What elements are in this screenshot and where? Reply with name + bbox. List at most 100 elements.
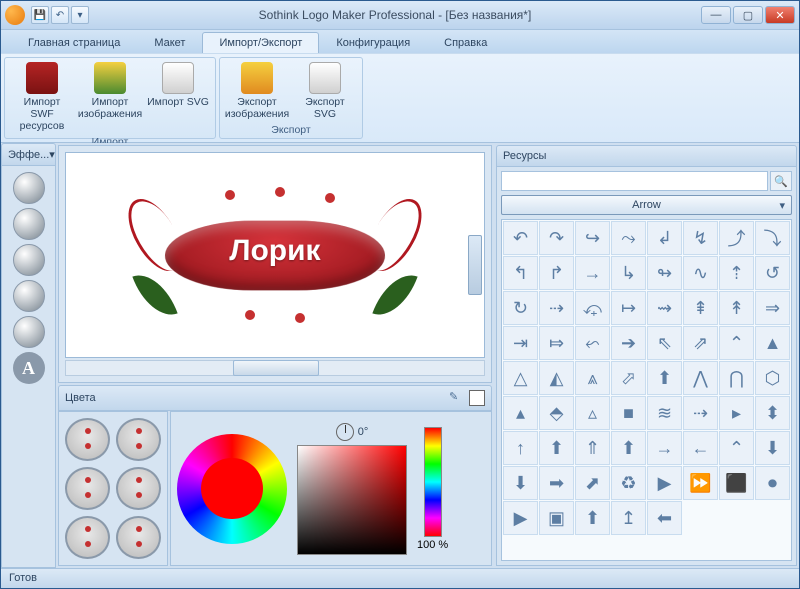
resource-arrow-21[interactable]: ⇞ (683, 291, 718, 325)
canvas[interactable]: Лорик (65, 152, 485, 358)
scheme-preset-4[interactable] (116, 467, 161, 510)
resource-arrow-59[interactable]: ♻ (611, 466, 646, 500)
resource-arrow-61[interactable]: ⏩ (683, 466, 718, 500)
resource-arrow-11[interactable]: ↳ (611, 256, 646, 290)
resource-arrow-29[interactable]: ⇗ (683, 326, 718, 360)
resource-arrow-9[interactable]: ↱ (539, 256, 574, 290)
resource-arrow-40[interactable]: ▴ (503, 396, 538, 430)
resource-arrow-23[interactable]: ⇒ (755, 291, 790, 325)
resource-arrow-8[interactable]: ↰ (503, 256, 538, 290)
scheme-preset-6[interactable] (116, 516, 161, 559)
effects-panel-header[interactable]: Эффе...▾ (1, 143, 56, 166)
resource-arrow-66[interactable]: ⬆ (575, 501, 610, 535)
maximize-button[interactable]: ▢ (733, 6, 763, 24)
scheme-preset-5[interactable] (65, 516, 110, 559)
import-swf-button[interactable]: Импорт SWF ресурсов (9, 60, 75, 134)
resource-arrow-48[interactable]: ↑ (503, 431, 538, 465)
resource-arrow-44[interactable]: ≋ (647, 396, 682, 430)
scheme-preset-1[interactable] (65, 418, 110, 461)
tab-import-export[interactable]: Импорт/Экспорт (202, 32, 319, 53)
resources-panel-header[interactable]: Ресурсы (496, 145, 797, 167)
resource-arrow-18[interactable]: ⤽ (575, 291, 610, 325)
canvas-hscroll[interactable] (65, 360, 485, 376)
resource-arrow-41[interactable]: ⬘ (539, 396, 574, 430)
resource-arrow-34[interactable]: ⩓ (575, 361, 610, 395)
resource-arrow-49[interactable]: ⬆ (539, 431, 574, 465)
resource-arrow-56[interactable]: ⬇ (503, 466, 538, 500)
resource-arrow-10[interactable]: → (575, 256, 610, 290)
app-icon[interactable] (5, 5, 25, 25)
resource-arrow-26[interactable]: ⬿ (575, 326, 610, 360)
effect-preset-5[interactable] (13, 316, 45, 348)
resource-arrow-30[interactable]: ⌃ (719, 326, 754, 360)
resource-arrow-31[interactable]: ▲ (755, 326, 790, 360)
resource-arrow-57[interactable]: ➡ (539, 466, 574, 500)
resource-arrow-33[interactable]: ◭ (539, 361, 574, 395)
resource-arrow-35[interactable]: ⬀ (611, 361, 646, 395)
resource-search-input[interactable] (501, 171, 768, 191)
resource-category-dropdown[interactable]: Arrow (501, 195, 792, 215)
export-image-button[interactable]: Экспорт изображения (224, 60, 290, 122)
import-svg-button[interactable]: Импорт SVG (145, 60, 211, 134)
resource-arrow-25[interactable]: ⤇ (539, 326, 574, 360)
resource-arrow-39[interactable]: ⬡ (755, 361, 790, 395)
search-icon[interactable]: 🔍 (770, 171, 792, 191)
effect-preset-4[interactable] (13, 280, 45, 312)
resource-arrow-38[interactable]: ⋂ (719, 361, 754, 395)
effect-preset-1[interactable] (13, 172, 45, 204)
current-color-swatch[interactable] (469, 390, 485, 406)
resource-arrow-3[interactable]: ⤳ (611, 221, 646, 255)
resource-arrow-24[interactable]: ⇥ (503, 326, 538, 360)
qat-undo-icon[interactable]: ↶ (51, 6, 69, 24)
tab-help[interactable]: Справка (427, 32, 504, 53)
resource-arrow-16[interactable]: ↻ (503, 291, 538, 325)
resource-arrow-55[interactable]: ⬇ (755, 431, 790, 465)
resource-arrow-62[interactable]: ⬛ (719, 466, 754, 500)
resource-arrow-12[interactable]: ↬ (647, 256, 682, 290)
resource-arrow-14[interactable]: ⇡ (719, 256, 754, 290)
resource-arrow-7[interactable]: ⤵ (755, 221, 790, 255)
color-wheel[interactable] (177, 434, 287, 544)
resource-arrow-1[interactable]: ↷ (539, 221, 574, 255)
resource-arrow-37[interactable]: ⋀ (683, 361, 718, 395)
resource-arrow-17[interactable]: ⇢ (539, 291, 574, 325)
resource-arrow-6[interactable]: ⤴ (719, 221, 754, 255)
minimize-button[interactable]: — (701, 6, 731, 24)
resource-arrow-2[interactable]: ↪ (575, 221, 610, 255)
resource-arrow-53[interactable]: ← (683, 431, 718, 465)
effect-preset-2[interactable] (13, 208, 45, 240)
resource-arrow-54[interactable]: ⌃ (719, 431, 754, 465)
export-svg-button[interactable]: Экспорт SVG (292, 60, 358, 122)
resource-arrow-5[interactable]: ↯ (683, 221, 718, 255)
canvas-vscroll[interactable] (468, 235, 482, 295)
resource-arrow-67[interactable]: ↥ (611, 501, 646, 535)
sat-val-picker[interactable] (297, 445, 407, 555)
eyedropper-icon[interactable]: ✎ (449, 390, 465, 406)
qat-dropdown-icon[interactable]: ▾ (71, 6, 89, 24)
qat-save-icon[interactable]: 💾 (31, 6, 49, 24)
colors-panel-header[interactable]: Цвета ✎ (58, 385, 492, 411)
resource-arrow-51[interactable]: ⬆ (611, 431, 646, 465)
resource-arrow-63[interactable]: ⏺ (755, 466, 790, 500)
resource-arrow-19[interactable]: ↦ (611, 291, 646, 325)
resource-arrow-52[interactable]: → (647, 431, 682, 465)
resource-arrow-65[interactable]: ▣ (539, 501, 574, 535)
effect-text-button[interactable]: A (13, 352, 45, 384)
resource-arrow-43[interactable]: ■ (611, 396, 646, 430)
resource-arrow-50[interactable]: ⇑ (575, 431, 610, 465)
resource-arrow-22[interactable]: ↟ (719, 291, 754, 325)
resource-arrow-58[interactable]: ⬈ (575, 466, 610, 500)
resource-arrow-68[interactable]: ⬅ (647, 501, 682, 535)
resource-arrow-0[interactable]: ↶ (503, 221, 538, 255)
resource-arrow-42[interactable]: ▵ (575, 396, 610, 430)
angle-dial[interactable] (336, 423, 354, 441)
scheme-preset-2[interactable] (116, 418, 161, 461)
resource-arrow-13[interactable]: ∿ (683, 256, 718, 290)
resource-arrow-28[interactable]: ⇖ (647, 326, 682, 360)
resource-arrow-20[interactable]: ⇝ (647, 291, 682, 325)
resource-arrow-4[interactable]: ↲ (647, 221, 682, 255)
close-button[interactable]: ✕ (765, 6, 795, 24)
scheme-preset-3[interactable] (65, 467, 110, 510)
tab-home[interactable]: Главная страница (11, 32, 137, 53)
import-image-button[interactable]: Импорт изображения (77, 60, 143, 134)
